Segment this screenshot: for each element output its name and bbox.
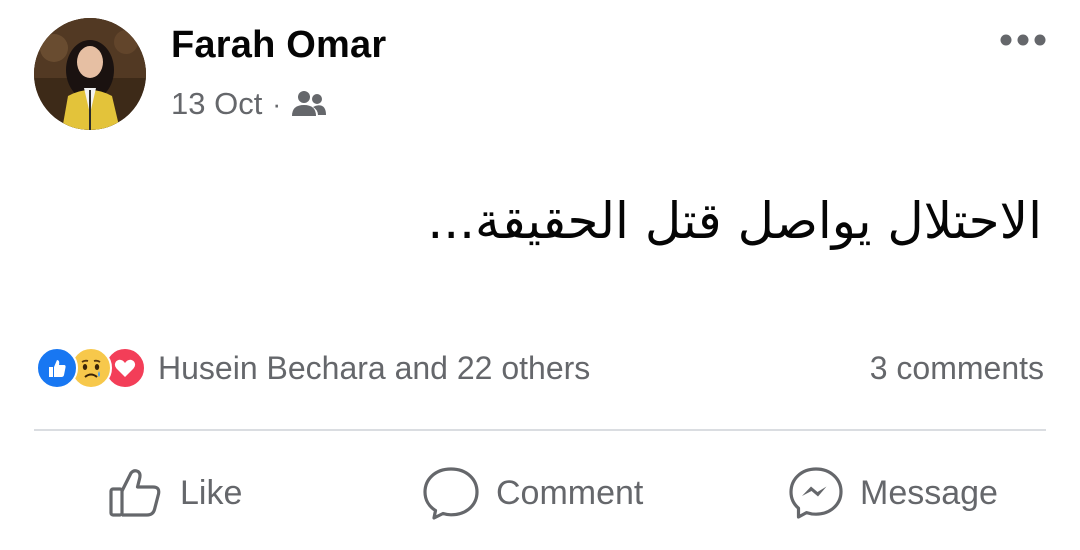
divider	[34, 429, 1046, 431]
post-date[interactable]: 13 Oct	[171, 86, 262, 122]
post-meta: 13 Oct ·	[171, 84, 327, 124]
comment-button-label: Comment	[496, 473, 644, 512]
friends-icon[interactable]	[291, 90, 327, 118]
comment-button[interactable]: Comment	[422, 462, 643, 524]
comment-bubble-icon	[422, 466, 480, 520]
more-dots-icon	[1000, 34, 1046, 46]
comments-count[interactable]: 3 comments	[870, 344, 1044, 392]
author-name[interactable]: Farah Omar	[171, 24, 386, 67]
messenger-icon	[788, 466, 844, 520]
like-button[interactable]: Like	[108, 462, 242, 524]
post-text: الاحتلال يواصل قتل الحقيقة...	[427, 192, 1042, 250]
message-button-label: Message	[860, 473, 998, 512]
profile-photo-icon	[34, 18, 146, 130]
more-options-button[interactable]	[996, 26, 1050, 54]
message-button[interactable]: Message	[788, 462, 998, 524]
meta-separator: ·	[272, 88, 281, 119]
author-avatar[interactable]	[34, 18, 146, 130]
like-icon	[36, 347, 78, 389]
reactions-summary-text: Husein Bechara and 22 others	[158, 349, 591, 386]
thumbs-up-icon	[108, 468, 164, 518]
post-card: Farah Omar 13 Oct · الاحتلال يواصل قتل ا…	[0, 0, 1080, 550]
reactions-summary[interactable]: Husein Bechara and 22 others	[36, 344, 590, 392]
like-button-label: Like	[180, 473, 243, 512]
reaction-icons	[36, 347, 146, 389]
